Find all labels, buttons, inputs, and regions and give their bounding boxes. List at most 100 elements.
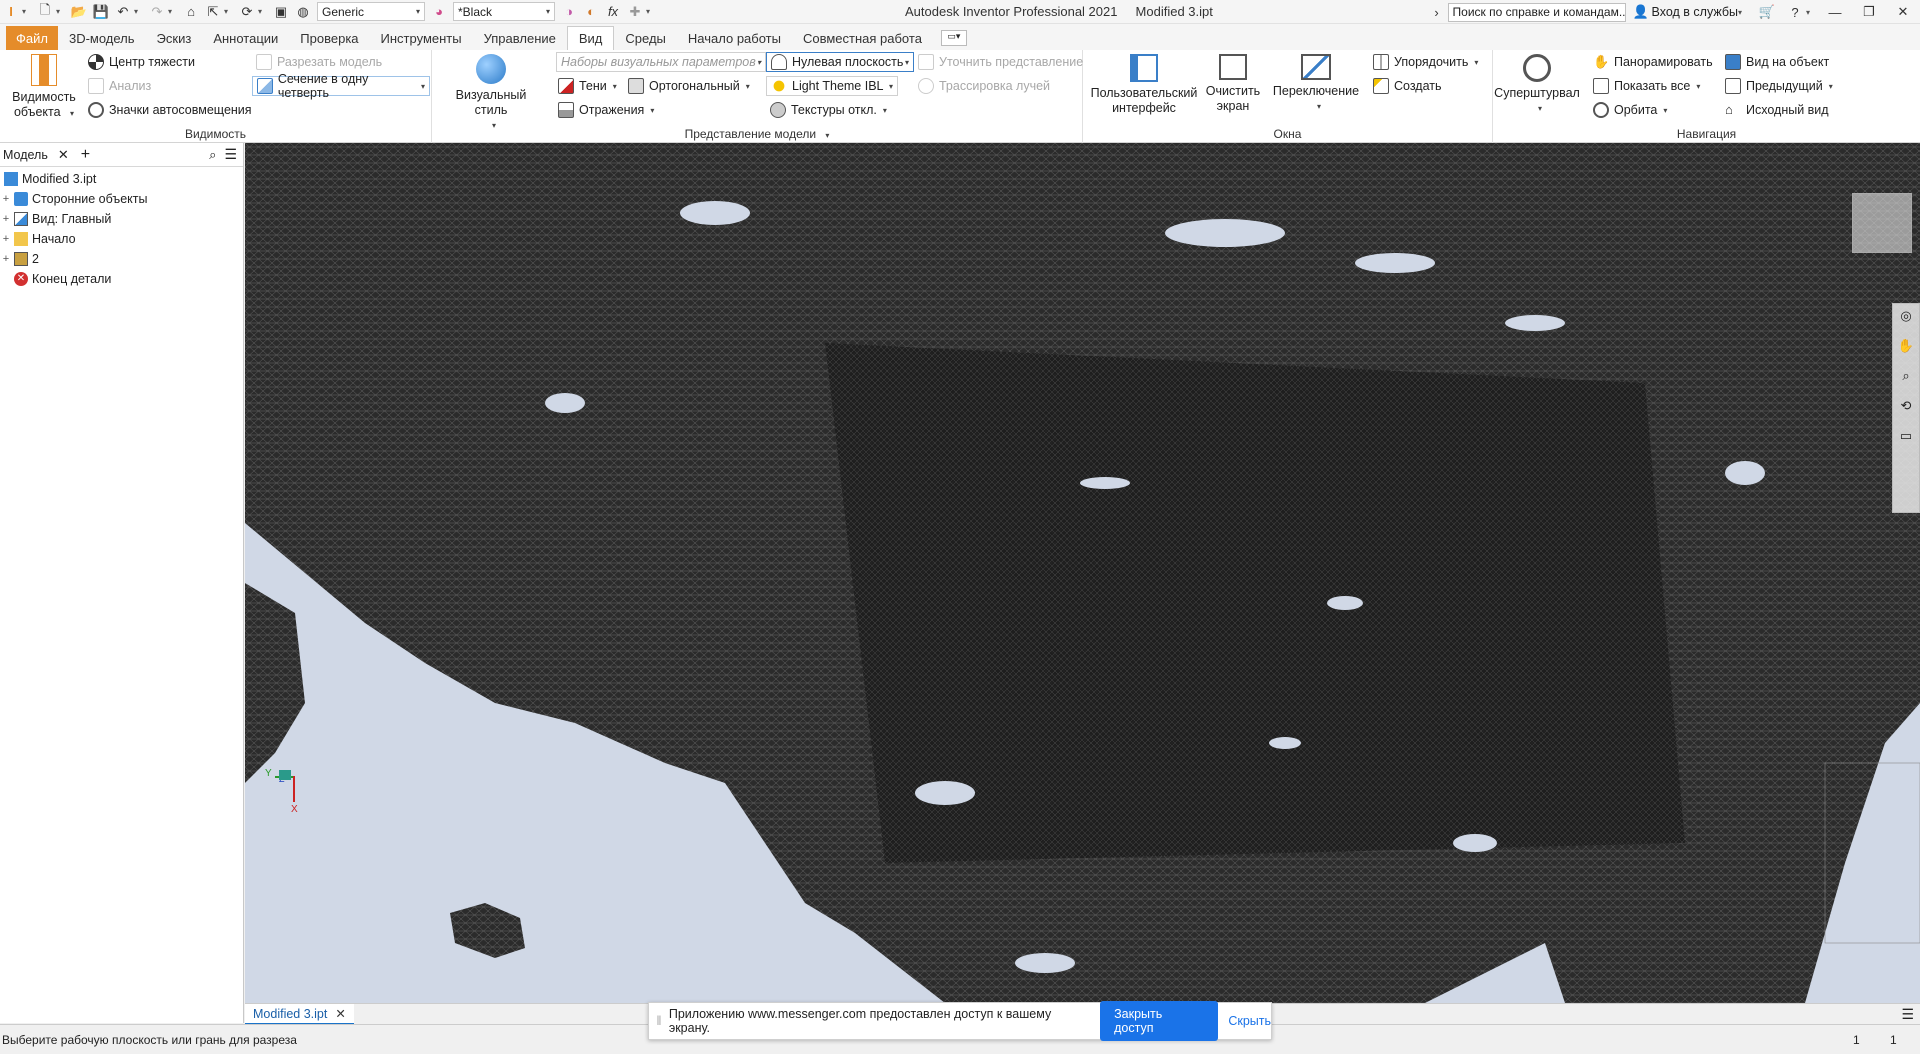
- tree-item-view[interactable]: + Вид: Главный: [0, 209, 243, 229]
- object-visibility-button[interactable]: Видимость объекта ▾: [8, 54, 80, 121]
- pan-button[interactable]: ✋ Панорамировать: [1593, 54, 1713, 70]
- orthographic-button[interactable]: Ортогональный ▾: [628, 78, 750, 94]
- analysis-button[interactable]: Анализ: [88, 78, 151, 94]
- adjust-icon[interactable]: ◑: [560, 3, 578, 21]
- signin-dropdown-icon[interactable]: ▾: [1738, 8, 1746, 17]
- visual-param-sets-combo[interactable]: Наборы визуальных параметров ▾: [556, 52, 766, 72]
- undo-icon[interactable]: ↶: [114, 3, 132, 21]
- slice-model-button[interactable]: Разрезать модель: [256, 54, 382, 70]
- orbit-button[interactable]: Орбита ▾: [1593, 102, 1667, 118]
- update-icon[interactable]: ⟳: [238, 3, 256, 21]
- tree-item-part[interactable]: Modified 3.ipt: [0, 169, 243, 189]
- pan-hand-icon[interactable]: ✋: [1893, 338, 1919, 368]
- create-window-button[interactable]: Создать: [1373, 78, 1442, 94]
- tree-item-mesh[interactable]: + 2: [0, 249, 243, 269]
- tree-item-origin[interactable]: + Начало: [0, 229, 243, 249]
- help-dropdown-icon[interactable]: ▾: [1806, 8, 1814, 17]
- look-at-icon[interactable]: ▭: [1893, 428, 1919, 458]
- help-icon[interactable]: ?: [1786, 3, 1804, 21]
- tree-item-end-of-part[interactable]: ✕ Конец детали: [0, 269, 243, 289]
- tab-manage[interactable]: Управление: [473, 26, 567, 50]
- chevron-right-icon[interactable]: ›: [1428, 3, 1446, 21]
- tab-annotate[interactable]: Аннотации: [202, 26, 289, 50]
- tab-tools[interactable]: Инструменты: [370, 26, 473, 50]
- open-icon[interactable]: 📂: [70, 3, 88, 21]
- tab-view[interactable]: Вид: [566, 26, 615, 50]
- user-icon[interactable]: 👤: [1632, 3, 1650, 21]
- select-icon[interactable]: ⇱: [204, 3, 222, 21]
- save-icon[interactable]: 💾: [92, 3, 110, 21]
- inventor-logo-icon[interactable]: I: [2, 3, 20, 21]
- steering-wheel-icon[interactable]: ◎: [1893, 308, 1919, 338]
- tab-sketch[interactable]: Эскиз: [146, 26, 203, 50]
- clean-screen-button[interactable]: Очистить экран: [1201, 54, 1265, 114]
- autoconstraint-glyphs-button[interactable]: Значки автосовмещения: [88, 102, 252, 118]
- document-tab[interactable]: Modified 3.ipt ✕: [245, 1004, 354, 1025]
- app-menu-dropdown-icon[interactable]: ▾: [22, 7, 30, 16]
- search-icon[interactable]: ⌕: [209, 147, 216, 163]
- tree-item-third-party[interactable]: + Сторонние объекты: [0, 189, 243, 209]
- refine-view-button[interactable]: Уточнить представление: [918, 54, 1083, 70]
- reflections-button[interactable]: Отражения ▾: [558, 102, 654, 118]
- material-combo[interactable]: Generic ▾: [317, 2, 425, 21]
- shadows-button[interactable]: Тени ▾: [558, 78, 617, 94]
- switch-window-button[interactable]: Переключение ▾: [1269, 54, 1363, 114]
- tab-collaborate[interactable]: Совместная работа: [792, 26, 933, 50]
- ground-plane-button[interactable]: Нулевая плоскость ▾: [766, 52, 914, 72]
- close-icon[interactable]: ✕: [58, 147, 69, 163]
- help-search-input[interactable]: Поиск по справке и командам...: [1447, 2, 1626, 22]
- browser-tab-model[interactable]: Модель: [3, 148, 48, 162]
- mesh-model[interactable]: [245, 143, 1920, 1003]
- quarter-section-combo[interactable]: Сечение в одну четверть ▾: [252, 72, 430, 100]
- customize-dropdown-icon[interactable]: ▾: [646, 7, 654, 16]
- function-icon[interactable]: fx: [604, 3, 622, 21]
- user-interface-button[interactable]: Пользовательский интерфейс: [1089, 54, 1199, 116]
- tab-environments[interactable]: Среды: [614, 26, 677, 50]
- redo-dropdown-icon[interactable]: ▾: [168, 7, 176, 16]
- arrange-button[interactable]: Упорядочить ▾: [1373, 54, 1478, 70]
- menu-icon[interactable]: ☰: [224, 146, 237, 163]
- expand-icon[interactable]: +: [0, 193, 12, 205]
- expand-icon[interactable]: +: [0, 213, 12, 225]
- visual-style-button[interactable]: Визуальный стиль ▾: [440, 54, 542, 133]
- document-menu-icon[interactable]: ☰: [1901, 1006, 1914, 1023]
- lighting-style-combo[interactable]: Light Theme IBL ▾: [766, 76, 898, 96]
- hide-button[interactable]: Скрыть: [1228, 1014, 1271, 1028]
- close-icon[interactable]: ✕: [335, 1006, 345, 1021]
- add-tab-icon[interactable]: +: [81, 146, 90, 164]
- clear-appearance-icon[interactable]: ◐: [582, 3, 600, 21]
- expand-icon[interactable]: +: [0, 253, 12, 265]
- new-dropdown-icon[interactable]: ▾: [56, 7, 64, 16]
- ray-tracing-button[interactable]: Трассировка лучей: [918, 78, 1050, 94]
- update-dropdown-icon[interactable]: ▾: [258, 7, 266, 16]
- textures-button[interactable]: Текстуры откл. ▾: [770, 102, 887, 118]
- orbit-icon[interactable]: ⟲: [1893, 398, 1919, 428]
- appearance-combo[interactable]: *Black ▾: [453, 2, 555, 21]
- appearance-icon[interactable]: ◕: [430, 3, 448, 21]
- minimize-icon[interactable]: —: [1818, 0, 1852, 24]
- look-at-button[interactable]: Вид на объект: [1725, 54, 1829, 70]
- material-icon[interactable]: ◍: [294, 3, 312, 21]
- center-of-gravity-button[interactable]: Центр тяжести: [88, 54, 195, 70]
- stop-sharing-button[interactable]: Закрыть доступ: [1100, 1001, 1219, 1041]
- expand-icon[interactable]: +: [0, 233, 12, 245]
- drag-handle-icon[interactable]: ‖: [649, 1014, 669, 1028]
- zoom-all-button[interactable]: Показать все ▾: [1593, 78, 1700, 94]
- navigation-bar[interactable]: ◎ ✋ ⌕ ⟲ ▭: [1892, 303, 1920, 513]
- plus-icon[interactable]: ✚: [626, 3, 644, 21]
- tab-3d-model[interactable]: 3D-модель: [58, 26, 146, 50]
- redo-icon[interactable]: ↷: [148, 3, 166, 21]
- select-dropdown-icon[interactable]: ▾: [224, 7, 232, 16]
- tab-inspect[interactable]: Проверка: [289, 26, 369, 50]
- new-file-icon[interactable]: 🗋: [36, 2, 54, 21]
- tab-get-started[interactable]: Начало работы: [677, 26, 792, 50]
- home-icon[interactable]: ⌂: [182, 3, 200, 21]
- steering-wheel-button[interactable]: Суперштурвал ▾: [1493, 54, 1581, 116]
- undo-dropdown-icon[interactable]: ▾: [134, 7, 142, 16]
- graphics-viewport[interactable]: ◎ ✋ ⌕ ⟲ ▭ Y Z X: [245, 143, 1920, 1003]
- previous-view-button[interactable]: Предыдущий ▾: [1725, 78, 1833, 94]
- print-icon[interactable]: ▣: [272, 3, 290, 21]
- close-icon[interactable]: ✕: [1886, 0, 1920, 24]
- ribbon-options-button[interactable]: ▭▾: [940, 30, 967, 46]
- signin-button[interactable]: Вход в службы: [1652, 5, 1738, 19]
